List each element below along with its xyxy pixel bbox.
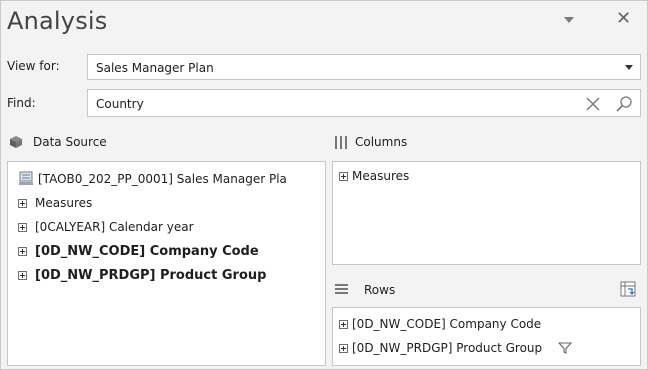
- close-icon[interactable]: ✕: [616, 7, 631, 31]
- expand-icon[interactable]: [18, 271, 27, 280]
- view-for-value: Sales Manager Plan: [96, 61, 214, 75]
- data-source-tree: [TAOB0_202_PP_0001] Sales Manager Pla Me…: [7, 161, 326, 366]
- columns-item-measures[interactable]: Measures: [339, 169, 409, 183]
- panel-title: Analysis: [7, 7, 108, 35]
- find-input[interactable]: Country: [87, 89, 641, 117]
- expand-icon[interactable]: [18, 199, 27, 208]
- search-icon[interactable]: [615, 95, 633, 113]
- tree-item-calyear[interactable]: [0CALYEAR] Calendar year: [18, 220, 194, 234]
- view-for-dropdown[interactable]: Sales Manager Plan: [87, 54, 641, 80]
- tree-item-company-code[interactable]: [0D_NW_CODE] Company Code: [18, 244, 259, 259]
- tree-item-label: [0D_NW_PRDGP] Product Group: [35, 268, 267, 283]
- expand-icon[interactable]: [18, 223, 27, 232]
- panel-options-icon[interactable]: [564, 17, 574, 23]
- expand-icon[interactable]: [339, 172, 348, 181]
- rows-heading: Rows: [364, 283, 396, 297]
- tree-item-label: [0D_NW_CODE] Company Code: [35, 244, 259, 259]
- view-for-label: View for:: [7, 59, 60, 73]
- columns-heading: Columns: [355, 135, 408, 149]
- expand-icon[interactable]: [339, 344, 348, 353]
- clear-icon[interactable]: [585, 96, 601, 112]
- chevron-down-icon[interactable]: [625, 65, 633, 70]
- rows-item-label: [0D_NW_CODE] Company Code: [352, 317, 542, 331]
- expand-icon[interactable]: [339, 320, 348, 329]
- swap-axes-icon[interactable]: [620, 281, 636, 297]
- analysis-panel: Analysis ✕ View for: Sales Manager Plan …: [0, 0, 648, 370]
- find-label: Find:: [7, 96, 36, 110]
- filter-icon[interactable]: [557, 341, 573, 355]
- tree-item-label: Measures: [35, 196, 93, 210]
- tree-item-measures[interactable]: Measures: [18, 196, 92, 210]
- tree-item-label: [0CALYEAR] Calendar year: [35, 220, 194, 234]
- columns-drop-area[interactable]: Measures: [332, 161, 641, 265]
- cube-icon: [10, 136, 22, 148]
- columns-item-label: Measures: [352, 169, 410, 183]
- data-source-root[interactable]: [TAOB0_202_PP_0001] Sales Manager Pla: [18, 170, 287, 186]
- rows-item-product-group[interactable]: [0D_NW_PRDGP] Product Group: [339, 341, 573, 355]
- rows-item-label: [0D_NW_PRDGP] Product Group: [352, 341, 543, 355]
- data-source-root-label: [TAOB0_202_PP_0001] Sales Manager Pla: [38, 172, 287, 186]
- rows-drop-area[interactable]: [0D_NW_CODE] Company Code [0D_NW_PRDGP] …: [332, 307, 641, 366]
- rows-item-company-code[interactable]: [0D_NW_CODE] Company Code: [339, 317, 541, 331]
- expand-icon[interactable]: [18, 247, 27, 256]
- rows-icon: [335, 284, 348, 294]
- columns-icon: [335, 136, 347, 149]
- tree-item-product-group[interactable]: [0D_NW_PRDGP] Product Group: [18, 268, 266, 283]
- data-source-heading: Data Source: [33, 135, 107, 149]
- query-icon: [19, 171, 33, 185]
- find-value: Country: [96, 97, 144, 111]
